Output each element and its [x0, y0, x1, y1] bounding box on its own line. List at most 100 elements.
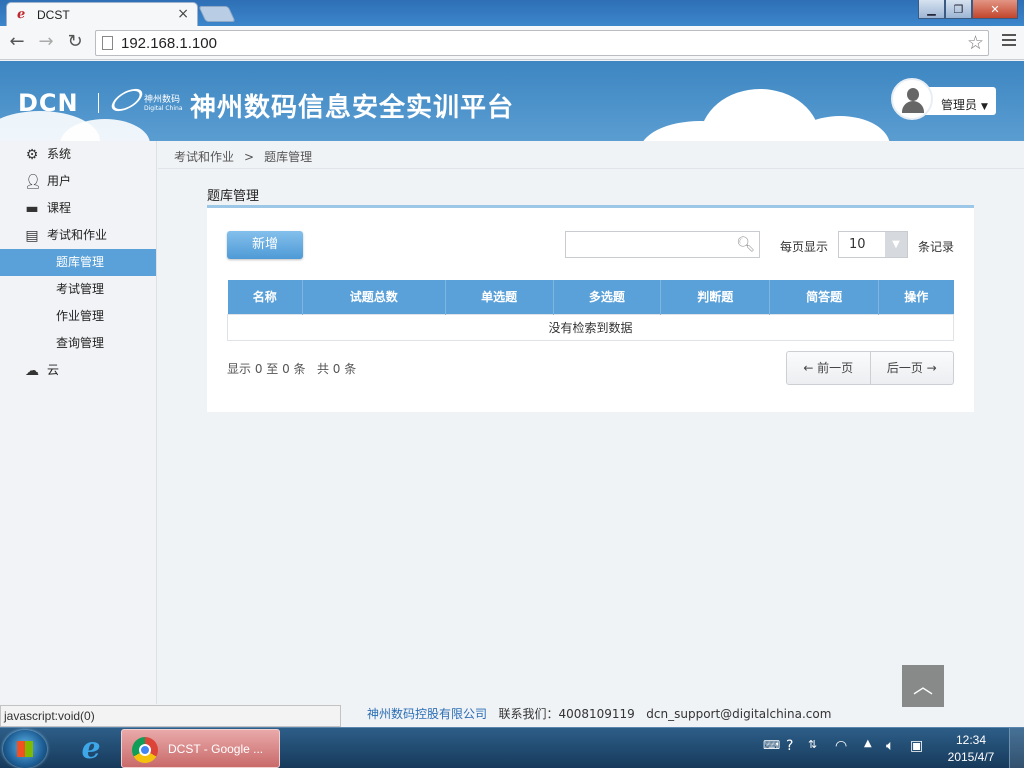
- sidebar-item-label: 云: [47, 363, 60, 377]
- platform-title: 神州数码信息安全实训平台: [190, 93, 515, 123]
- dcn-favicon-icon: ℯ: [17, 7, 26, 22]
- add-button[interactable]: 新增: [227, 231, 303, 259]
- breadcrumb-parent[interactable]: 考试和作业: [174, 150, 234, 164]
- show-desktop-button[interactable]: [1009, 728, 1024, 768]
- question-bank-panel: 新增 🔍︎ 每页显示 10 ▼ 条记录 名称 试题总数 单选题 多选题 判断题 …: [207, 205, 974, 412]
- column-header[interactable]: 多选题: [553, 280, 662, 314]
- url-text[interactable]: 192.168.1.100: [121, 35, 217, 52]
- address-bar[interactable]: 192.168.1.100 ☆: [95, 30, 989, 56]
- digital-china-logo-cn: 神州数码: [144, 95, 181, 105]
- minimize-button[interactable]: ▁: [918, 0, 945, 19]
- close-window-button[interactable]: ✕: [972, 0, 1018, 19]
- start-button[interactable]: [3, 730, 47, 768]
- page-size-label: 每页显示: [780, 240, 829, 254]
- maximize-button[interactable]: ❐: [945, 0, 972, 19]
- clipboard-icon: ▤: [25, 228, 39, 244]
- dcn-logo: DCN: [18, 89, 79, 117]
- pagination-summary: 显示 0 至 0 条 共 0 条: [227, 362, 357, 376]
- question-bank-table: 名称 试题总数 单选题 多选题 判断题 简答题 操作 没有检索到数据: [227, 280, 954, 341]
- sidebar-item-label: 系统: [47, 147, 72, 161]
- cloud-icon: ☁: [25, 363, 39, 379]
- breadcrumb-separator: >: [244, 150, 255, 164]
- sidebar-item-label: 查询管理: [56, 336, 105, 350]
- back-to-top-button[interactable]: ︿: [902, 665, 944, 707]
- clock-date: 2015/4/7: [947, 750, 995, 764]
- sidebar-item-exam-management[interactable]: 考试管理: [0, 276, 156, 303]
- sidebar-item-user[interactable]: 👤︎ 用户: [0, 168, 156, 195]
- sidebar-item-query-management[interactable]: 查询管理: [0, 330, 156, 357]
- sidebar-item-course[interactable]: ▬ 课程: [0, 195, 156, 222]
- sidebar-item-cloud[interactable]: ☁ 云: [0, 357, 156, 384]
- footer: 神州数码控股有限公司 联系我们：4008109119 dcn_support@d…: [367, 705, 831, 722]
- sidebar-item-question-bank[interactable]: 题库管理: [0, 249, 156, 276]
- breadcrumb: 考试和作业 > 题库管理: [158, 141, 1024, 169]
- sidebar-item-label: 课程: [47, 201, 72, 215]
- column-header: 操作: [878, 280, 954, 314]
- sidebar-item-label: 考试和作业: [47, 228, 108, 242]
- bookmark-star-icon[interactable]: ☆: [967, 32, 984, 54]
- window-controls: ▁ ❐ ✕: [918, 0, 1018, 19]
- column-header[interactable]: 试题总数: [302, 280, 446, 314]
- sidebar-item-system[interactable]: ⚙ 系统: [0, 141, 156, 168]
- network-icon[interactable]: ▣: [910, 738, 923, 754]
- keyboard-icon[interactable]: ⌨: [763, 738, 780, 752]
- sync-icon[interactable]: ⇅: [808, 738, 817, 751]
- records-label: 条记录: [918, 240, 955, 254]
- page-size-select[interactable]: 10 ▼: [838, 231, 908, 258]
- column-header[interactable]: 简答题: [769, 280, 880, 314]
- volume-icon[interactable]: 🔈︎: [886, 738, 894, 754]
- sidebar: ⚙ 系统 👤︎ 用户 ▬ 课程 ▤ 考试和作业 题库管理 考试管理 作业管理 查…: [0, 141, 157, 704]
- taskbar-chrome-window[interactable]: DCST - Google ...: [121, 729, 280, 768]
- forward-arrow-icon[interactable]: →: [36, 32, 56, 52]
- logo-divider: [98, 93, 99, 113]
- windows-taskbar: e DCST - Google ... ⌨ ? ⇅ ◠ ▲ 🔈︎ ▣ 12:34…: [0, 727, 1024, 768]
- empty-message: 没有检索到数据: [227, 313, 954, 341]
- chrome-icon: [132, 737, 158, 763]
- footer-contact: 联系我们：4008109119: [498, 707, 635, 721]
- chevron-up-icon: ︿: [913, 674, 933, 698]
- chevron-down-icon: ▼: [885, 232, 907, 257]
- tab-close-icon[interactable]: ×: [177, 6, 189, 22]
- search-icon[interactable]: 🔍︎: [736, 235, 755, 253]
- next-page-button[interactable]: 后一页 →: [871, 352, 954, 384]
- sidebar-item-label: 题库管理: [56, 255, 105, 269]
- page-icon: [102, 36, 113, 50]
- back-arrow-icon[interactable]: ←: [7, 32, 27, 52]
- sidebar-item-label: 考试管理: [56, 282, 105, 296]
- column-header[interactable]: 名称: [227, 280, 303, 314]
- page-title: 题库管理: [207, 189, 260, 204]
- sidebar-item-label: 作业管理: [56, 309, 105, 323]
- table-row: 没有检索到数据: [227, 313, 954, 341]
- search-input[interactable]: 🔍︎: [565, 231, 760, 258]
- taskbar-clock[interactable]: 12:34 2015/4/7: [940, 732, 1002, 766]
- browser-menu-icon[interactable]: [1002, 34, 1016, 49]
- sidebar-item-homework-management[interactable]: 作业管理: [0, 303, 156, 330]
- sidebar-item-label: 用户: [47, 174, 72, 188]
- column-header[interactable]: 判断题: [660, 280, 771, 314]
- footer-company[interactable]: 神州数码控股有限公司: [367, 707, 487, 721]
- table-header-row: 名称 试题总数 单选题 多选题 判断题 简答题 操作: [227, 280, 954, 314]
- windows-logo-icon: [17, 741, 33, 757]
- sidebar-item-exam-homework[interactable]: ▤ 考试和作业: [0, 222, 156, 249]
- gear-icon: ⚙: [25, 147, 39, 163]
- internet-explorer-icon[interactable]: e: [74, 732, 108, 766]
- caret-down-icon: ▼: [981, 102, 988, 112]
- browser-tab[interactable]: ℯ DCST ×: [6, 2, 198, 26]
- reload-icon[interactable]: ↻: [65, 32, 85, 52]
- user-dropdown-button[interactable]: 管理员 ▼: [925, 87, 996, 115]
- breadcrumb-current: 题库管理: [264, 150, 313, 164]
- column-header[interactable]: 单选题: [445, 280, 554, 314]
- help-icon[interactable]: ?: [786, 738, 793, 754]
- site-header: DCN 神州数码 Digital China 神州数码信息安全实训平台 管理员 ▼: [0, 61, 1024, 141]
- book-icon: ▬: [25, 201, 39, 217]
- clock-time: 12:34: [955, 733, 987, 747]
- new-tab-button[interactable]: [198, 6, 236, 22]
- browser-title-bar: ℯ DCST × ▁ ❐ ✕: [0, 0, 1024, 26]
- prev-page-button[interactable]: ← 前一页: [787, 352, 871, 384]
- wifi-icon[interactable]: ◠: [835, 738, 847, 754]
- footer-email: dcn_support@digitalchina.com: [646, 707, 832, 721]
- show-hidden-icons-icon[interactable]: ▲: [864, 738, 872, 749]
- page-size-value: 10: [849, 237, 866, 252]
- digital-china-logo-en: Digital China: [144, 105, 183, 112]
- avatar[interactable]: [891, 78, 933, 120]
